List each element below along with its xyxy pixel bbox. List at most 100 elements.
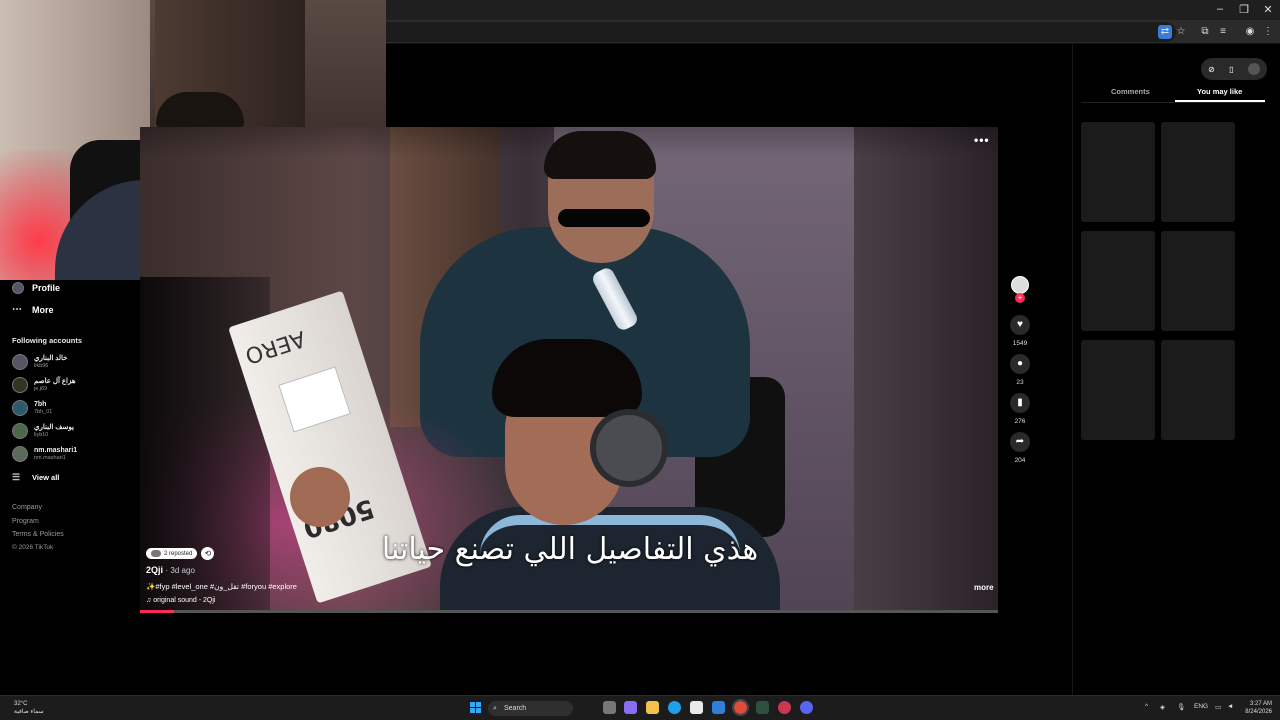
maximize-button[interactable]: ❐ [1232,3,1256,16]
panel-controls: ⊘ ▯ [1201,58,1267,80]
suggested-video[interactable] [1081,231,1155,331]
network-icon[interactable]: ▭ [1215,703,1221,711]
suggested-video[interactable] [1081,340,1155,440]
search-icon: ⌕ [493,705,497,712]
avatar[interactable] [1247,63,1260,75]
widgets-icon[interactable] [624,701,637,714]
suggested-video[interactable] [1081,122,1155,222]
menu-icon[interactable]: ⋮ [1261,25,1275,39]
video-player[interactable]: AERO 5080 هذي التفاصيل اللي تصنع حياتنا … [140,127,998,613]
like-button[interactable]: ♥ [1010,315,1030,335]
share-icon: ➦ [1015,436,1025,447]
suggested-video[interactable] [1161,122,1235,222]
avatar [12,377,28,393]
more-options-button[interactable]: ••• [974,133,990,147]
heart-icon: ♥ [1017,319,1023,330]
more-dots-icon: ⋯ [12,304,22,315]
right-panel: ⊘ ▯ Comments You may like [1072,44,1280,695]
discord-icon[interactable] [800,701,813,714]
volume-icon[interactable]: ◄ [1227,703,1233,710]
save-count: 276 [1014,418,1026,425]
more-link[interactable]: more [974,583,994,592]
microphone-tray-icon[interactable]: 🎙 [1177,703,1185,711]
minimize-button[interactable]: – [1208,3,1232,15]
repost-icon[interactable]: ⟲ [201,547,215,560]
chrome-icon[interactable] [732,699,749,716]
mail-icon[interactable] [712,701,725,714]
suggested-video[interactable] [1161,231,1235,331]
share-count: 204 [1014,457,1026,464]
edge-icon[interactable] [668,701,681,714]
progress-fill [140,610,175,613]
avatar [151,550,161,557]
following-account[interactable]: خالد البناري likb96 [12,354,68,370]
comment-count: 23 [1016,379,1024,386]
address-bar[interactable] [386,22,1176,42]
like-count: 1549 [1012,340,1028,347]
list-icon: ☰ [12,472,21,482]
video-progress-bar[interactable] [140,610,998,613]
video-description: ✨#fyp #level_one #تقل_ون #foryou #explor… [146,582,297,591]
avatar [12,423,28,439]
reposted-badge[interactable]: 2 reposted [146,548,198,559]
post-time: · 3d ago [165,566,195,575]
phone-icon[interactable]: ▯ [1229,65,1233,74]
sidebar-item-label: Profile [32,283,61,293]
following-account[interactable]: 7bh 7bh_01 [12,400,52,416]
avatar [12,354,28,370]
weather-widget[interactable]: 32°C سماء صافية [14,700,44,716]
star-icon[interactable]: ☆ [1174,25,1188,39]
tab-comments[interactable]: Comments [1111,87,1150,96]
sidebar-item-label: More [32,304,54,315]
windows-start-icon[interactable] [470,702,481,713]
footer-link-program[interactable]: Program [12,518,39,525]
taskbar-search[interactable]: ⌕ Search [488,701,573,716]
compass-icon[interactable]: ⊘ [1208,65,1215,74]
following-account[interactable]: يوسف البناري liyb10 [12,423,74,439]
creator-avatar[interactable] [1011,276,1029,294]
task-view-icon[interactable] [603,701,616,714]
comment-button[interactable]: ● [1010,354,1030,374]
reposted-row[interactable]: 2 reposted ⟲ [146,547,215,560]
share-button[interactable]: ➦ [1010,432,1030,452]
sidebar-item-profile[interactable]: Profile [12,282,60,294]
tray-chevron-icon[interactable]: ^ [1145,703,1148,710]
tab-you-may-like[interactable]: You may like [1197,87,1242,96]
file-explorer-icon[interactable] [646,701,659,714]
extensions-icon[interactable]: ⧉ [1198,25,1212,39]
following-heading: Following accounts [12,336,83,345]
media-icon[interactable]: ≡ [1216,25,1230,39]
footer-link-company[interactable]: Company [12,504,42,511]
headphones-icon [590,409,668,487]
sidebar-item-more[interactable]: ⋯ More [12,304,54,315]
taskbar: 32°C سماء صافية ⌕ Search ^ ◈ 🎙 ENG ▭ ◄ 3… [0,695,1280,720]
app-icon[interactable] [778,701,791,714]
close-window-button[interactable]: ✕ [1256,3,1280,16]
browser-title-bar: – ❐ ✕ [386,0,1280,20]
following-account[interactable]: هزاع آل عاصم je.j69 [12,377,76,393]
language-indicator[interactable]: ENG [1194,703,1208,710]
save-button[interactable]: ▮ [1010,393,1030,413]
browser-toolbar: ⇄ ☆ ⧉ ≡ ◉ ⋮ [386,20,1280,44]
follow-plus-icon[interactable]: + [1015,293,1025,303]
copyright: © 2026 TikTok [12,544,54,551]
tray-app-icon[interactable]: ◈ [1160,703,1165,711]
avatar [12,400,28,416]
following-account[interactable]: nm.mashari1 nm.mashari1 [12,446,77,462]
bookmark-icon: ▮ [1017,397,1023,408]
clock[interactable]: 3:27 AM 8/24/2026 [1240,700,1272,716]
view-all-link[interactable]: ☰ View all [12,472,59,483]
sound-link[interactable]: ♫ original sound - 2Qji [146,597,215,604]
profile-avatar [12,282,24,294]
footer-link-terms[interactable]: Terms & Policies [12,531,64,538]
active-tab-indicator [1175,100,1265,102]
profile-icon[interactable]: ◉ [1243,25,1257,39]
comment-icon: ● [1016,358,1024,369]
translate-icon[interactable]: ⇄ [1158,25,1172,39]
sidebar: Profile ⋯ More Following accounts خالد ا… [0,280,140,695]
avatar [12,446,28,462]
suggested-video[interactable] [1161,340,1235,440]
video-author[interactable]: 2Qji · 3d ago [146,565,195,575]
terminal-icon[interactable] [756,701,769,714]
store-icon[interactable] [690,701,703,714]
